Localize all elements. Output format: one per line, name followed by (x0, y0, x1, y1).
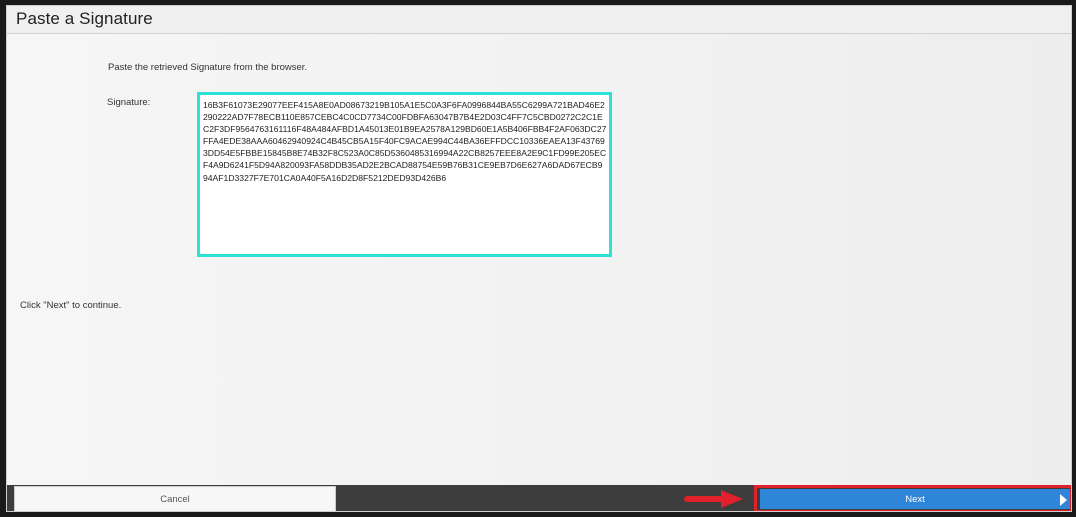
instruction-text: Paste the retrieved Signature from the b… (108, 62, 308, 73)
footer-bar: Cancel Next (7, 485, 1071, 511)
signature-label: Signature: (107, 97, 151, 108)
title-bar: Paste a Signature (7, 6, 1071, 34)
window-title: Paste a Signature (16, 9, 153, 28)
signature-value: 16B3F61073E29077EEF415A8E0AD08673219B105… (203, 100, 607, 183)
content-area: Paste the retrieved Signature from the b… (7, 34, 1071, 485)
next-button-label: Next (905, 493, 925, 505)
next-button[interactable]: Next (760, 489, 1070, 509)
signature-textarea[interactable]: 16B3F61073E29077EEF415A8E0AD08673219B105… (197, 92, 612, 257)
cancel-button[interactable]: Cancel (14, 486, 336, 511)
next-button-highlight: Next (754, 485, 1071, 511)
triangle-right-icon (1060, 494, 1067, 506)
continue-hint: Click "Next" to continue. (20, 300, 122, 311)
wizard-window: Paste a Signature Paste the retrieved Si… (6, 5, 1072, 512)
annotation-arrow-icon (684, 490, 743, 508)
